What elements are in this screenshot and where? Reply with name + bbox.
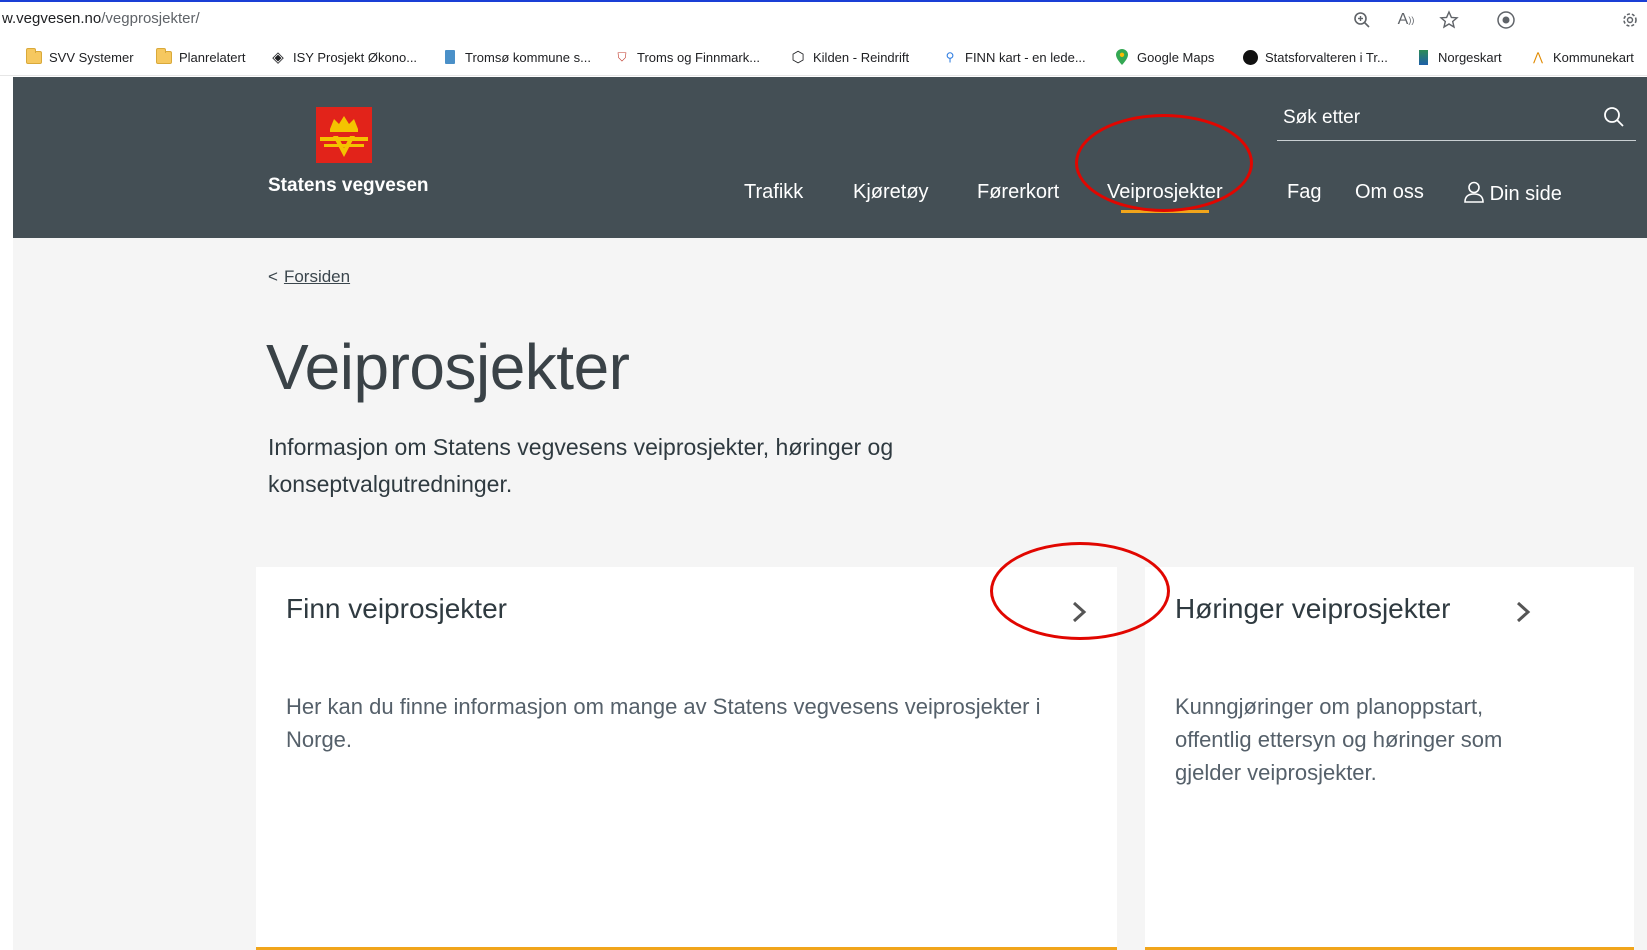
page-intro: Informasjon om Statens vegvesens veipros… [268, 434, 894, 497]
bookmark-kilden-reindrift[interactable]: ⬡ Kilden - Reindrift [790, 47, 909, 67]
card-description: Her kan du finne informasjon om mange av… [286, 694, 1041, 752]
bookmark-tromso-kommune[interactable]: Tromsø kommune s... [442, 47, 591, 67]
nav-kjoretoy[interactable]: Kjøretøy [853, 181, 929, 204]
map-pin-icon: ⚲ [945, 50, 955, 64]
card-title: Finn veiprosjekter [286, 593, 507, 624]
chevron-right-icon[interactable] [1068, 597, 1090, 627]
bookmark-troms-og-finnmark[interactable]: ⛉ Troms og Finnmark... [614, 47, 760, 67]
nav-trafikk[interactable]: Trafikk [744, 181, 803, 204]
settings-icon[interactable] [1618, 8, 1642, 32]
user-icon [1464, 181, 1484, 203]
nav-din-side[interactable]: Din side [1464, 181, 1562, 206]
card-title: Høringer veiprosjekter [1175, 593, 1451, 624]
card-horinger-veiprosjekter[interactable]: Høringer veiprosjekter Kunngjøringer om … [1145, 567, 1634, 950]
google-maps-icon [1114, 49, 1130, 65]
bookmark-google-maps[interactable]: Google Maps [1114, 47, 1214, 67]
nav-fag[interactable]: Fag [1287, 181, 1321, 204]
search-placeholder: Søk etter [1283, 107, 1361, 128]
nav-veiprosjekter[interactable]: Veiprosjekter [1107, 181, 1223, 213]
bookmark-isy-prosjekt[interactable]: ◈ ISY Prosjekt Økono... [270, 47, 417, 67]
tromso-icon [442, 50, 458, 64]
breadcrumb-link-forsiden[interactable]: Forsiden [284, 267, 350, 286]
chevron-left-icon: < [268, 267, 278, 286]
folder-icon [156, 47, 172, 64]
bookmark-statsforvalteren[interactable]: Statsforvalteren i Tr... [1242, 47, 1388, 67]
card-finn-veiprosjekter[interactable]: Finn veiprosjekter Her kan du finne info… [256, 567, 1117, 950]
read-aloud-icon[interactable]: A)) [1394, 8, 1418, 32]
coat-of-arms-icon: ⛉ [617, 49, 627, 64]
bookmark-kommunekart[interactable]: ⋀ Kommunekart [1530, 47, 1634, 67]
page-title: Veiprosjekter [266, 331, 630, 403]
bookmark-finn-kart[interactable]: ⚲ FINN kart - en lede... [942, 47, 1086, 67]
extensions-icon[interactable] [1494, 8, 1518, 32]
card-description: Kunngjøringer om planoppstart, offentlig… [1175, 694, 1503, 785]
kommunekart-icon: ⋀ [1533, 50, 1543, 64]
site-header: Statens vegvesen Søk etter Trafikk Kjøre… [13, 77, 1647, 238]
chevron-right-icon[interactable] [1512, 597, 1534, 627]
nav-om-oss[interactable]: Om oss [1355, 181, 1424, 204]
kilden-icon: ⬡ [791, 49, 805, 66]
browser-address-bar: w.vegvesen.no/vegprosjekter/ A)) [0, 0, 1647, 36]
brand-name[interactable]: Statens vegvesen [268, 175, 429, 197]
norgeskart-icon [1415, 49, 1431, 65]
statens-vegvesen-logo[interactable] [316, 107, 372, 163]
search-field[interactable]: Søk etter [1277, 95, 1636, 141]
nav-forerkort[interactable]: Førerkort [977, 181, 1059, 204]
bookmark-norgeskart[interactable]: Norgeskart [1415, 47, 1502, 67]
bookmarks-bar: SVV Systemer Planrelatert ◈ ISY Prosjekt … [0, 36, 1647, 76]
zoom-icon[interactable] [1350, 8, 1374, 32]
favorite-star-icon[interactable] [1437, 8, 1461, 32]
website: Statens vegvesen Søk etter Trafikk Kjøre… [13, 77, 1647, 950]
url-field[interactable]: w.vegvesen.no/vegprosjekter/ [2, 10, 200, 27]
bookmark-svv-systemer[interactable]: SVV Systemer [26, 47, 134, 67]
bookmark-planrelatert[interactable]: Planrelatert [156, 47, 245, 67]
statsforvalteren-icon [1242, 49, 1258, 65]
breadcrumb[interactable]: < Forsiden [268, 267, 350, 287]
search-icon[interactable] [1602, 105, 1626, 129]
isy-icon: ◈ [272, 49, 284, 66]
folder-icon [26, 47, 42, 64]
